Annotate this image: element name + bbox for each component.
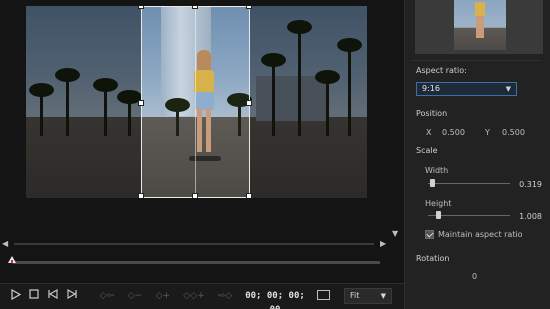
height-label: Height [425, 199, 452, 208]
previous-frame-icon[interactable] [46, 289, 60, 303]
crop-handle-top-left[interactable] [138, 6, 144, 9]
crop-center-guide [195, 7, 196, 197]
position-label: Position [416, 109, 448, 118]
remove-keyframe-icon[interactable]: ◇− [124, 289, 146, 303]
position-x-label: X [426, 128, 432, 137]
video-preview-canvas[interactable] [26, 6, 367, 198]
duplicate-previous-keyframe-icon[interactable]: ◇◇+ [182, 289, 206, 303]
aspect-ratio-value: 9:16 [422, 84, 440, 93]
height-slider[interactable] [428, 211, 510, 221]
position-y-label: Y [485, 128, 490, 137]
maintain-aspect-ratio-label: Maintain aspect ratio [438, 230, 523, 239]
timecode-display[interactable]: 00; 00; 00; 00 [242, 289, 308, 309]
maintain-aspect-ratio-checkbox[interactable] [425, 230, 434, 239]
crop-frame[interactable] [138, 6, 252, 198]
monitor-icon[interactable] [317, 290, 330, 300]
slider-knob[interactable] [430, 179, 435, 187]
width-slider[interactable] [428, 179, 510, 189]
scrollbar-track[interactable] [14, 243, 374, 245]
crop-mask-right [250, 6, 367, 198]
preview-pane: ▼ ◀ ▶ ◇⇦ ◇− ◇+ ◇◇+ ⇨◇ 00; 00; 00; 00 Fit… [0, 0, 404, 309]
playhead[interactable] [8, 256, 16, 266]
stop-icon[interactable] [27, 289, 41, 303]
play-icon[interactable] [8, 288, 22, 303]
crop-handle-bottom-right[interactable] [246, 193, 252, 198]
slider-rail [428, 183, 510, 184]
horizontal-scrollbar[interactable]: ◀ ▶ [2, 239, 388, 249]
crop-handle-left[interactable] [138, 100, 144, 106]
crop-mask-left [26, 6, 141, 198]
rotation-label: Rotation [416, 254, 450, 263]
crop-handle-bottom-left[interactable] [138, 193, 144, 198]
height-value[interactable]: 1.008 [516, 212, 542, 221]
position-x-value[interactable]: 0.500 [442, 128, 465, 137]
position-y-value[interactable]: 0.500 [502, 128, 525, 137]
panel-divider [411, 60, 541, 61]
rotation-value[interactable]: 0 [472, 272, 477, 281]
crop-handle-right[interactable] [246, 100, 252, 106]
timeline-slider[interactable] [12, 261, 380, 264]
clip-thumbnail [454, 0, 506, 50]
transport-bar: ◇⇦ ◇− ◇+ ◇◇+ ⇨◇ 00; 00; 00; 00 Fit ▼ [0, 283, 404, 309]
zoom-select-value: Fit [350, 291, 360, 300]
chevron-down-icon: ▼ [505, 85, 511, 93]
next-frame-icon[interactable] [65, 289, 79, 303]
scroll-right-arrow-icon[interactable]: ▶ [380, 239, 386, 249]
chevron-down-icon: ▼ [380, 292, 386, 300]
width-label: Width [425, 166, 449, 175]
clip-thumbnail-frame [415, 0, 543, 54]
zoom-select[interactable]: Fit ▼ [344, 288, 392, 304]
width-value[interactable]: 0.319 [516, 180, 542, 189]
add-keyframe-icon[interactable]: ◇+ [152, 289, 174, 303]
aspect-ratio-select[interactable]: 9:16 ▼ [416, 82, 517, 96]
scroll-left-arrow-icon[interactable]: ◀ [2, 239, 8, 249]
next-keyframe-icon[interactable]: ⇨◇ [214, 289, 236, 303]
slider-knob[interactable] [436, 211, 441, 219]
crop-handle-top[interactable] [192, 6, 198, 9]
scale-label: Scale [416, 146, 438, 155]
scroll-down-arrow-icon[interactable]: ▼ [392, 229, 398, 239]
crop-handle-top-right[interactable] [246, 6, 252, 9]
crop-handle-bottom[interactable] [192, 193, 198, 198]
aspect-ratio-label: Aspect ratio: [416, 66, 467, 75]
previous-keyframe-icon[interactable]: ◇⇦ [96, 289, 118, 303]
